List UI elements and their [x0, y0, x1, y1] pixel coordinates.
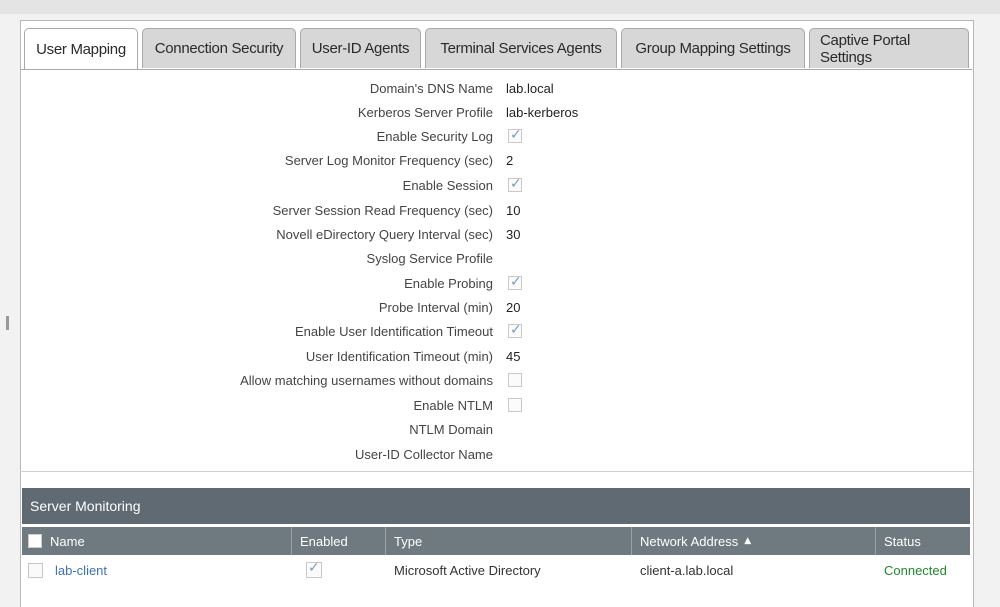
value-probe-interval: 20 — [506, 300, 521, 315]
enable-session-checkbox — [508, 176, 522, 192]
row-novell-query-interval: Novell eDirectory Query Interval (sec) 3… — [0, 224, 1000, 248]
column-header-network-address[interactable]: Network Address ▲ — [632, 527, 876, 555]
window-edge-marker — [6, 316, 9, 330]
label-enable-user-id-timeout: Enable User Identification Timeout — [295, 324, 493, 339]
server-monitoring-header: Server Monitoring — [22, 488, 970, 524]
server-network-address: client-a.lab.local — [640, 562, 734, 578]
row-user-id-collector-name: User-ID Collector Name — [0, 444, 1000, 468]
status-badge: Connected — [884, 562, 947, 578]
row-enable-probing: Enable Probing — [0, 273, 1000, 297]
tab-group-mapping-settings[interactable]: Group Mapping Settings — [621, 28, 805, 68]
cell-name: lab-client — [22, 557, 292, 583]
server-monitoring-title: Server Monitoring — [30, 498, 141, 514]
value-domain-dns-name: lab.local — [506, 81, 554, 96]
enable-security-log-checkbox — [508, 127, 522, 143]
column-label-network-address: Network Address — [640, 533, 739, 549]
label-enable-probing: Enable Probing — [404, 276, 493, 291]
cell-type: Microsoft Active Directory — [386, 557, 632, 583]
column-label-name: Name — [50, 533, 85, 549]
server-name-link[interactable]: lab-client — [55, 563, 107, 578]
label-user-id-timeout: User Identification Timeout (min) — [305, 349, 493, 364]
select-all-checkbox[interactable] — [28, 534, 42, 548]
enable-ntlm-checkbox — [508, 398, 522, 412]
column-header-status[interactable]: Status — [876, 527, 970, 555]
label-ntlm-domain: NTLM Domain — [409, 422, 493, 437]
tab-user-id-agents[interactable]: User-ID Agents — [300, 28, 421, 68]
label-allow-matching-usernames: Allow matching usernames without domains — [240, 373, 493, 388]
server-type: Microsoft Active Directory — [394, 562, 541, 578]
label-enable-security-log: Enable Security Log — [376, 129, 493, 144]
enable-user-id-timeout-checkbox — [508, 322, 522, 338]
value-kerberos-server-profile: lab-kerberos — [506, 105, 579, 120]
row-ntlm-domain: NTLM Domain — [0, 419, 1000, 443]
row-enable-security-log: Enable Security Log — [0, 126, 1000, 150]
enable-probing-checkbox — [508, 274, 522, 290]
column-header-enabled[interactable]: Enabled — [292, 527, 386, 555]
allow-matching-usernames-checkbox — [508, 373, 522, 387]
value-server-session-read-frequency: 10 — [506, 203, 521, 218]
value-server-log-monitor-frequency: 2 — [506, 153, 514, 168]
label-probe-interval: Probe Interval (min) — [378, 300, 493, 315]
tab-captive-portal-settings[interactable]: Captive Portal Settings — [809, 28, 969, 68]
top-strip — [0, 0, 1000, 14]
column-header-type[interactable]: Type — [386, 527, 632, 555]
tab-connection-security[interactable]: Connection Security — [142, 28, 296, 68]
tab-underline — [20, 69, 972, 70]
label-kerberos-server-profile: Kerberos Server Profile — [357, 105, 493, 120]
row-server-session-read-frequency: Server Session Read Frequency (sec) 10 — [0, 200, 1000, 224]
row-allow-matching-usernames: Allow matching usernames without domains — [0, 370, 1000, 394]
server-monitoring-table-header: Name Enabled Type Network Address ▲ Stat… — [22, 527, 970, 555]
row-kerberos-server-profile: Kerberos Server Profile lab-kerberos — [0, 102, 1000, 126]
label-novell-query-interval: Novell eDirectory Query Interval (sec) — [276, 227, 493, 242]
row-enable-ntlm: Enable NTLM — [0, 395, 1000, 419]
row-enable-user-id-timeout: Enable User Identification Timeout — [0, 321, 1000, 345]
enabled-checkbox — [306, 560, 322, 578]
column-label-type: Type — [394, 533, 423, 549]
row-probe-interval: Probe Interval (min) 20 — [0, 297, 1000, 321]
table-row[interactable]: lab-client Microsoft Active Directory cl… — [22, 557, 970, 583]
column-label-status: Status — [884, 533, 921, 549]
tab-terminal-services-agents[interactable]: Terminal Services Agents — [425, 28, 617, 68]
row-domain-dns-name: Domain's DNS Name lab.local — [0, 78, 1000, 102]
row-enable-session: Enable Session — [0, 175, 1000, 199]
label-enable-session: Enable Session — [402, 178, 493, 193]
row-server-log-monitor-frequency: Server Log Monitor Frequency (sec) 2 — [0, 150, 1000, 174]
row-user-id-timeout: User Identification Timeout (min) 45 — [0, 346, 1000, 370]
label-enable-ntlm: Enable NTLM — [413, 398, 493, 413]
row-syslog-service-profile: Syslog Service Profile — [0, 248, 1000, 272]
cell-network-address: client-a.lab.local — [632, 557, 876, 583]
tab-bar: User Mapping Connection Security User-ID… — [24, 28, 973, 70]
cell-enabled — [292, 557, 386, 583]
value-novell-query-interval: 30 — [506, 227, 521, 242]
label-server-log-monitor-frequency: Server Log Monitor Frequency (sec) — [284, 153, 493, 168]
tab-user-mapping[interactable]: User Mapping — [24, 28, 138, 70]
label-syslog-service-profile: Syslog Service Profile — [366, 251, 493, 266]
value-user-id-timeout: 45 — [506, 349, 521, 364]
label-domain-dns-name: Domain's DNS Name — [369, 81, 493, 96]
column-header-name[interactable]: Name — [22, 527, 292, 555]
label-user-id-collector-name: User-ID Collector Name — [355, 447, 493, 462]
label-server-session-read-frequency: Server Session Read Frequency (sec) — [272, 203, 493, 218]
row-select-checkbox[interactable] — [28, 562, 43, 578]
section-divider — [20, 471, 972, 472]
cell-status: Connected — [876, 557, 970, 583]
sort-ascending-icon: ▲ — [744, 536, 752, 546]
column-label-enabled: Enabled — [300, 533, 348, 549]
